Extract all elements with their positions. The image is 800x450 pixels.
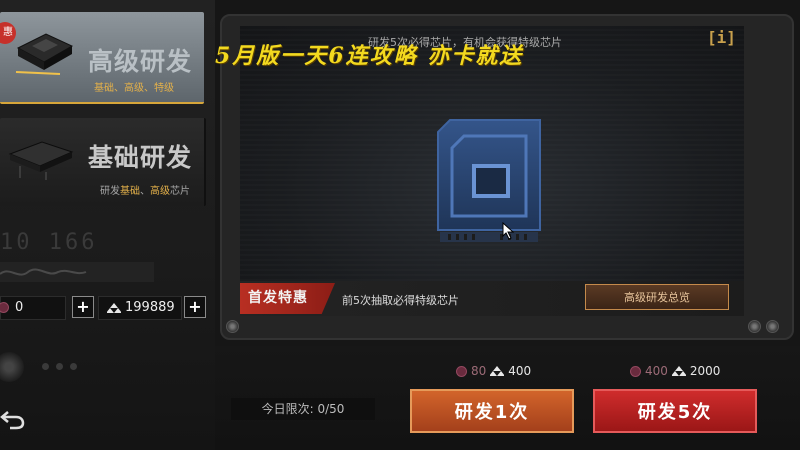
advanced-research-overview-button[interactable]: 高级研发总览 (585, 284, 729, 310)
add-gems-button[interactable]: + (72, 296, 94, 318)
subtitle-prefix: 研发 (100, 186, 120, 197)
currency-row: 0 + 199889 + (0, 296, 210, 320)
draw-one-cost: 80 400 (456, 364, 531, 378)
subtitle-suffix: 芯片 (170, 186, 190, 197)
basic-research-title: 基础研发 (88, 143, 193, 172)
subtitle-separator: 、 (140, 186, 150, 197)
left-panel: 高级研发 基础、高级、特级 惠 基础研发 研发基础、高级芯片 10 166 0 … (0, 0, 215, 450)
frame-bolt (226, 320, 239, 333)
coin-pile-icon (671, 366, 686, 376)
draw-five-coin-cost: 2000 (689, 364, 721, 378)
coin-balance: 199889 (98, 296, 182, 320)
player-id-watermark: 10 166 (0, 230, 98, 255)
subtitle-highlight-basic: 基础 (120, 186, 140, 197)
first-purchase-promo: 首发特惠 前5次抽取必得特级芯片 高级研发总览 (240, 281, 744, 316)
gem-balance-value: 0 (15, 300, 24, 315)
chip-icon (437, 119, 541, 242)
daily-limit-counter: 今日限次: 0/50 (231, 398, 375, 420)
info-button[interactable]: [i] (707, 28, 736, 48)
advanced-research-title: 高级研发 (88, 47, 193, 76)
frame-bolt (748, 320, 761, 333)
back-arrow-icon (0, 411, 25, 430)
draw-five-gem-cost: 400 (645, 364, 668, 378)
waveform-icon (0, 268, 87, 276)
indicator-dot (56, 363, 63, 370)
menu-advanced-research[interactable]: 高级研发 基础、高级、特级 (0, 12, 204, 104)
gem-icon (630, 365, 641, 377)
plus-icon: + (188, 297, 202, 316)
coin-pile-icon (107, 303, 121, 313)
promo-text: 前5次抽取必得特级芯片 (342, 294, 459, 307)
plus-icon: + (76, 297, 90, 316)
basic-research-subtitle: 研发基础、高级芯片 (100, 182, 190, 197)
mouse-cursor-icon (502, 222, 515, 240)
advanced-research-subtitle: 基础、高级、特级 (94, 83, 174, 94)
chip-board-icon (15, 33, 74, 75)
draw-five-cost: 400 2000 (630, 364, 720, 378)
gem-balance: 0 (0, 296, 66, 320)
research-five-times-button[interactable]: 研发5次 (593, 389, 757, 433)
draw-one-coin-cost: 400 (508, 364, 532, 378)
frame-bolt (766, 320, 779, 333)
decorative-knob (0, 352, 24, 382)
gem-icon (0, 302, 9, 313)
coin-balance-value: 199889 (125, 300, 175, 315)
waveform-bar (0, 262, 154, 282)
promo-badge: 首发特惠 (240, 283, 335, 314)
menu-basic-research[interactable]: 基础研发 研发基础、高级芯片 (0, 118, 206, 206)
coin-pile-icon (490, 366, 505, 376)
add-coins-button[interactable]: + (184, 296, 206, 318)
draw-one-gem-cost: 80 (471, 364, 487, 378)
indicator-dot (70, 363, 77, 370)
chip-board-icon (8, 141, 74, 180)
video-overlay-caption: 5月版一天6连攻略 亦卡就送 (215, 43, 524, 69)
indicator-dot (42, 363, 49, 370)
research-once-button[interactable]: 研发1次 (410, 389, 574, 433)
gem-icon (456, 365, 467, 377)
subtitle-highlight-advanced: 高级 (150, 186, 170, 197)
back-button[interactable] (0, 408, 26, 430)
